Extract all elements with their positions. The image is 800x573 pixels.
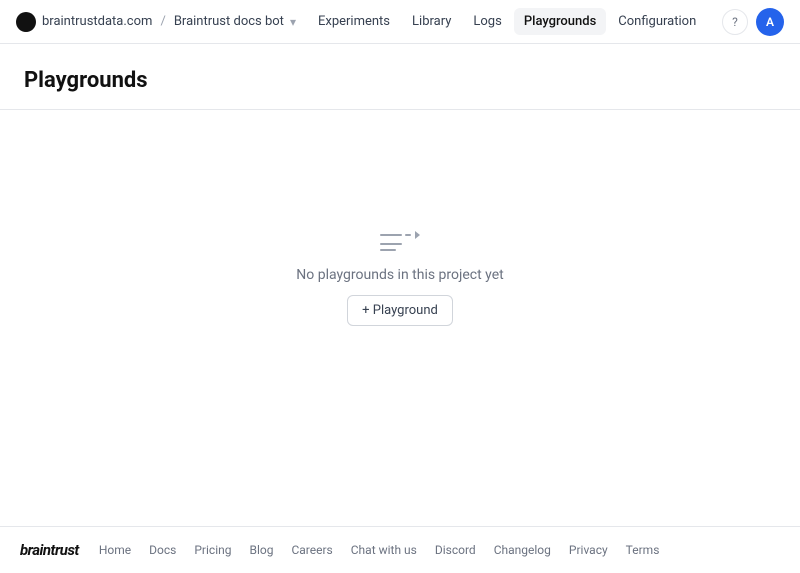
page-title: Playgrounds xyxy=(24,68,776,93)
footer-link-blog[interactable]: Blog xyxy=(249,543,273,557)
empty-state: No playgrounds in this project yet + Pla… xyxy=(24,110,776,526)
nav-links: ExperimentsLibraryLogsPlaygroundsConfigu… xyxy=(308,8,718,35)
empty-message: No playgrounds in this project yet xyxy=(296,267,503,283)
footer-link-careers[interactable]: Careers xyxy=(291,543,332,557)
footer-link-chat-with-us[interactable]: Chat with us xyxy=(351,543,417,557)
main-content: Playgrounds No playgrounds in this proje… xyxy=(0,44,800,526)
avatar[interactable]: A xyxy=(756,8,784,36)
add-playground-button[interactable]: + Playground xyxy=(347,295,453,326)
help-button[interactable]: ? xyxy=(722,9,748,35)
footer-link-privacy[interactable]: Privacy xyxy=(569,543,608,557)
nav-link-playgrounds[interactable]: Playgrounds xyxy=(514,8,606,35)
empty-state-icon xyxy=(380,231,420,251)
nav-link-experiments[interactable]: Experiments xyxy=(308,8,400,35)
brand-area: braintrustdata.com / Braintrust docs bot… xyxy=(16,12,296,32)
footer-links: Home Docs Pricing Blog Careers Chat with us Di… xyxy=(99,543,780,557)
footer-link-home[interactable]: Home xyxy=(99,543,131,557)
nav-link-library[interactable]: Library xyxy=(402,8,461,35)
brand-logo-icon xyxy=(16,12,36,32)
nav-right: ? A xyxy=(722,8,784,36)
footer-logo: braintrust xyxy=(20,541,79,559)
footer-link-pricing[interactable]: Pricing xyxy=(194,543,231,557)
footer-link-discord[interactable]: Discord xyxy=(435,543,476,557)
nav-link-logs[interactable]: Logs xyxy=(463,8,511,35)
footer-link-changelog[interactable]: Changelog xyxy=(494,543,551,557)
footer: braintrust Home Docs Pricing Blog Careers Cha… xyxy=(0,526,800,573)
footer-link-terms[interactable]: Terms xyxy=(626,543,660,557)
project-name[interactable]: Braintrust docs bot xyxy=(174,14,284,29)
project-chevron-icon[interactable]: ▾ xyxy=(290,15,296,29)
top-nav: braintrustdata.com / Braintrust docs bot… xyxy=(0,0,800,44)
footer-link-docs[interactable]: Docs xyxy=(149,543,176,557)
site-name[interactable]: braintrustdata.com xyxy=(42,14,152,29)
brand-separator: / xyxy=(160,14,165,29)
nav-link-configuration[interactable]: Configuration xyxy=(608,8,706,35)
